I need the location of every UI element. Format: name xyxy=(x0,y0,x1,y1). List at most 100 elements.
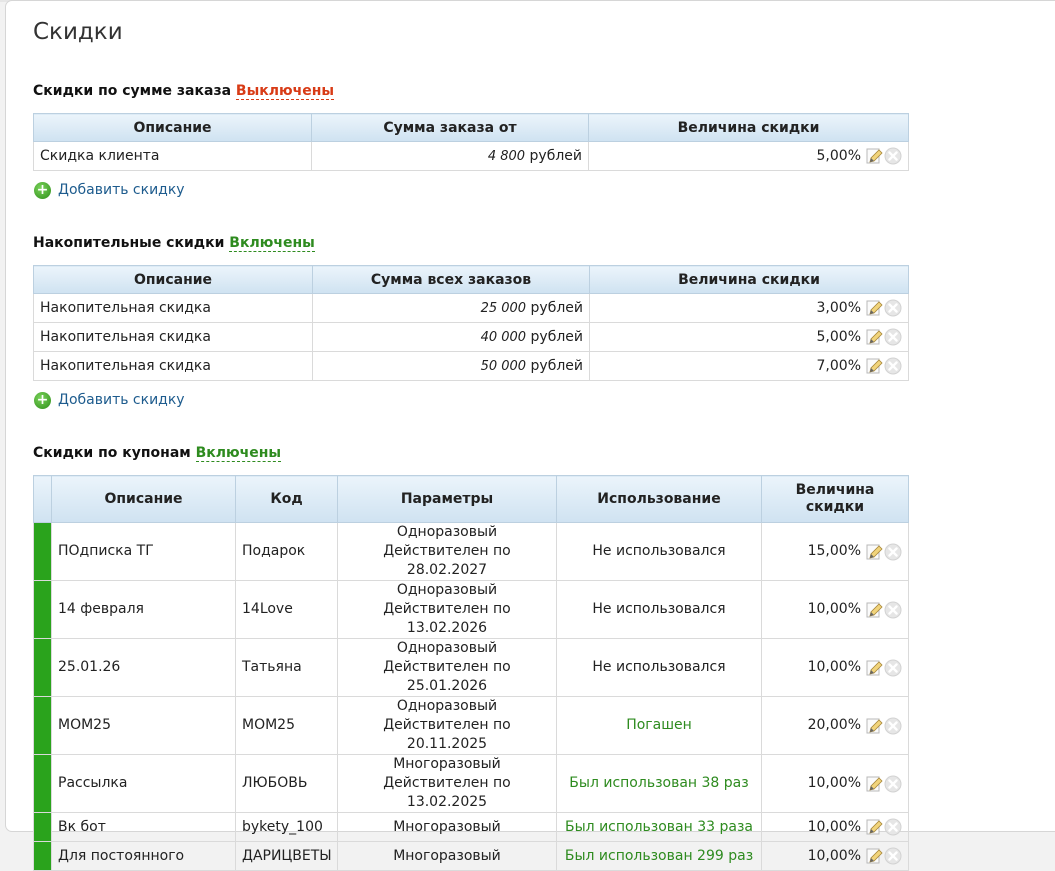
param-valid-until: Действителен по 28.02.2027 xyxy=(383,543,511,578)
delete-x-icon[interactable] xyxy=(884,847,902,865)
table-row: Накопительная скидка 50 000 рублей 7,00% xyxy=(33,351,909,381)
pencil-edit-icon[interactable] xyxy=(865,147,883,165)
discount-value: 10,00% xyxy=(807,775,861,791)
pencil-edit-icon[interactable] xyxy=(865,775,883,793)
discount-cell: 5,00% xyxy=(589,322,909,352)
active-status-bar xyxy=(33,841,52,871)
amount-cell: 40 000 рублей xyxy=(312,322,590,352)
delete-x-icon[interactable] xyxy=(884,328,902,346)
description-cell: MOM25 xyxy=(51,696,236,755)
discount-value: 10,00% xyxy=(807,847,861,864)
column-header: Величина скидки xyxy=(761,475,909,523)
pencil-edit-icon[interactable] xyxy=(865,659,883,677)
delete-x-icon[interactable] xyxy=(884,147,902,165)
table-header-row: Описание Сумма заказа от Величина скидки xyxy=(33,113,909,142)
description-cell: 25.01.26 xyxy=(51,638,236,697)
code-cell: 14Love xyxy=(235,580,338,639)
coupon-state-toggle[interactable]: Включены xyxy=(195,445,282,462)
discount-actions: 20,00% xyxy=(808,716,902,735)
params-cell: Многоразовый Действителен по 13.02.2025 xyxy=(337,754,557,813)
discount-value: 10,00% xyxy=(807,818,861,835)
coupon-row[interactable]: Для постоянного ДАРИЦВЕТЫ Многоразовый Был … xyxy=(33,841,909,871)
add-discount-link[interactable]: + Добавить скидку xyxy=(33,179,908,201)
discount-cell: 10,00% xyxy=(761,754,909,813)
column-header: Параметры xyxy=(337,475,557,523)
pencil-edit-icon[interactable] xyxy=(865,299,883,317)
discount-value: 20,00% xyxy=(807,717,861,733)
coupon-row[interactable]: MOM25 MOM25 Одноразовый Действителен по 20.… xyxy=(33,696,909,755)
discount-cell: 10,00% xyxy=(761,812,909,842)
code-cell: Подарок xyxy=(235,522,338,581)
params-cell: Одноразовый Действителен по 25.01.2026 xyxy=(337,638,557,697)
pencil-edit-icon[interactable] xyxy=(865,818,883,836)
cumulative-state-toggle[interactable]: Включены xyxy=(229,235,315,252)
section-title-text: Накопительные скидки xyxy=(33,235,225,251)
description-cell: Вк бот xyxy=(51,812,236,842)
delete-x-icon[interactable] xyxy=(884,659,902,677)
section-title-text: Скидки по сумме заказа xyxy=(33,83,232,99)
coupon-row[interactable]: ПОдписка ТГ Подарок Одноразовый Действителе… xyxy=(33,522,909,581)
code-cell: ДАРИЦВЕТЫ xyxy=(235,841,338,871)
discount-actions: 7,00% xyxy=(817,357,902,375)
description-cell: Скидка клиента xyxy=(33,141,312,171)
delete-x-icon[interactable] xyxy=(884,357,902,375)
usage-cell: Не использовался xyxy=(556,638,762,697)
coupon-row[interactable]: Вк бот bykety_100 Многоразовый Был использо… xyxy=(33,812,909,842)
coupon-row[interactable]: Рассылка ЛЮБОВЬ Многоразовый Действителен п… xyxy=(33,754,909,813)
param-type: Многоразовый xyxy=(393,818,501,835)
code-cell: Татьяна xyxy=(235,638,338,697)
param-valid-until: Действителен по 13.02.2025 xyxy=(383,775,511,810)
section-title-text: Скидки по купонам xyxy=(33,445,191,461)
column-header: Описание xyxy=(33,113,312,142)
discount-value: 5,00% xyxy=(816,148,861,164)
description-cell: Для постоянного xyxy=(51,841,236,871)
usage-cell: Погашен xyxy=(556,696,762,755)
discount-cell: 10,00% xyxy=(761,841,909,871)
description-cell: Рассылка xyxy=(51,754,236,813)
discount-actions: 10,00% xyxy=(808,774,902,793)
active-status-bar xyxy=(33,754,52,813)
column-header: Описание xyxy=(51,475,236,523)
coupon-row[interactable]: 25.01.26 Татьяна Одноразовый Действителен п… xyxy=(33,638,909,697)
pencil-edit-icon[interactable] xyxy=(865,717,883,735)
pencil-edit-icon[interactable] xyxy=(865,543,883,561)
delete-x-icon[interactable] xyxy=(884,299,902,317)
coupon-row[interactable]: 14 февраля 14Love Одноразовый Действителен … xyxy=(33,580,909,639)
add-discount-link[interactable]: + Добавить скидку xyxy=(33,389,908,411)
order-sum-state-toggle[interactable]: Выключены xyxy=(235,83,335,100)
coupon-title: Скидки по купонам Включены xyxy=(33,443,908,463)
pencil-edit-icon[interactable] xyxy=(865,847,883,865)
table-header-row: Описание Сумма всех заказов Величина ски… xyxy=(33,265,909,294)
active-status-bar xyxy=(33,696,52,755)
discount-cell: 7,00% xyxy=(589,351,909,381)
delete-x-icon[interactable] xyxy=(884,818,902,836)
description-cell: 14 февраля xyxy=(51,580,236,639)
cumulative-section: Накопительные скидки Включены Описание С… xyxy=(33,233,909,411)
delete-x-icon[interactable] xyxy=(884,601,902,619)
table-row: Скидка клиента 4 800 рублей 5,00% xyxy=(33,141,909,171)
column-header: Код xyxy=(235,475,338,523)
discount-cell: 5,00% xyxy=(588,141,909,171)
discount-cell: 10,00% xyxy=(761,638,909,697)
table-header-row: Описание Код Параметры Использование Вел… xyxy=(33,475,909,523)
discount-value: 15,00% xyxy=(807,543,861,559)
coupon-table: Описание Код Параметры Использование Вел… xyxy=(33,475,909,871)
param-type: Одноразовый xyxy=(396,524,498,540)
delete-x-icon[interactable] xyxy=(884,543,902,561)
pencil-edit-icon[interactable] xyxy=(865,357,883,375)
code-cell: bykety_100 xyxy=(235,812,338,842)
plus-circle-icon: + xyxy=(34,181,51,199)
pencil-edit-icon[interactable] xyxy=(865,328,883,346)
amount-cell: 25 000 рублей xyxy=(312,293,590,323)
table-row: Накопительная скидка 25 000 рублей 3,00% xyxy=(33,293,909,323)
params-cell: Многоразовый xyxy=(337,812,557,842)
discount-value: 10,00% xyxy=(807,601,861,617)
pencil-edit-icon[interactable] xyxy=(865,601,883,619)
description-cell: Накопительная скидка xyxy=(33,322,313,352)
active-status-bar xyxy=(33,522,52,581)
delete-x-icon[interactable] xyxy=(884,775,902,793)
add-discount-label: Добавить скидку xyxy=(58,182,185,198)
delete-x-icon[interactable] xyxy=(884,717,902,735)
param-valid-until: Действителен по 13.02.2026 xyxy=(383,601,511,636)
currency-label: рублей xyxy=(529,148,582,164)
